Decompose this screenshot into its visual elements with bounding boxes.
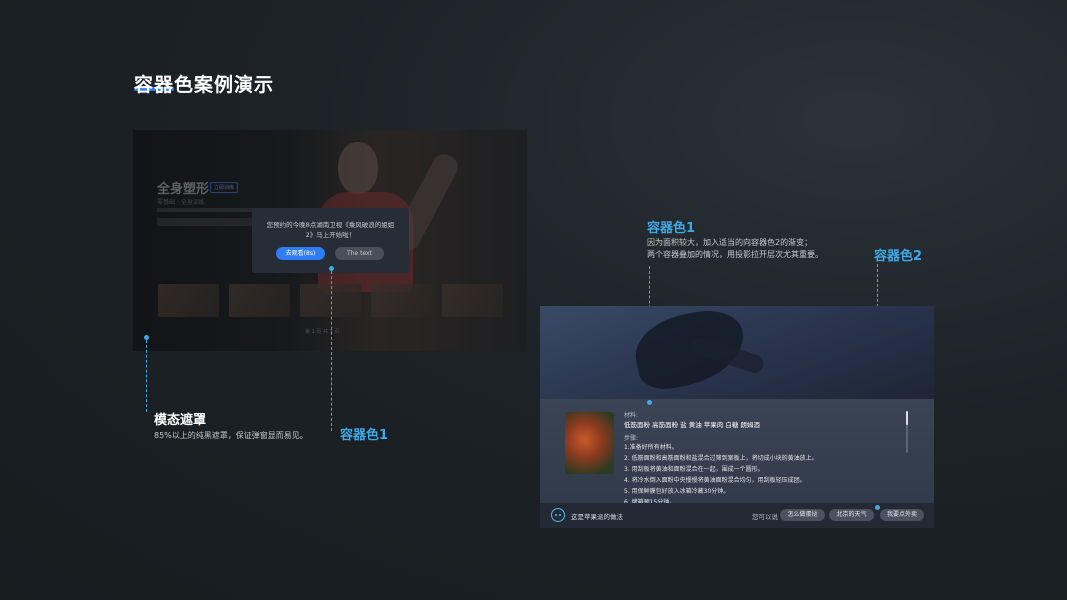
steps-tag: 步骤: bbox=[624, 435, 639, 442]
course-heading: 全身塑形 bbox=[157, 182, 210, 197]
callout-dot bbox=[875, 505, 880, 510]
suggest-label: 您可以说 bbox=[752, 513, 778, 521]
container1-desc-line2: 两个容器叠加的情况，用投影拉开层次尤其重要。 bbox=[647, 250, 823, 259]
right-demo-screen: 材料: 低筋面粉 高筋面粉 盐 黄油 苹果肉 白糖 朗姆酒 步骤: 1.准备好所… bbox=[540, 306, 934, 528]
ingredients-tag: 材料: bbox=[624, 412, 639, 419]
assistant-eye-icon bbox=[559, 514, 561, 516]
suggestion-chip[interactable]: 怎么做蛋挞 bbox=[780, 509, 825, 521]
voice-assistant-icon[interactable] bbox=[551, 508, 565, 522]
callout-line bbox=[146, 340, 147, 412]
suggestion-chip[interactable]: 我要点外卖 bbox=[880, 509, 924, 521]
mask-title: 模态遮罩 bbox=[154, 413, 207, 428]
course-badge: 立即训练 bbox=[210, 182, 239, 193]
voice-query-text: 这是苹果派的做法 bbox=[571, 513, 623, 521]
thumbnail[interactable] bbox=[158, 284, 219, 317]
scrollbar-thumb[interactable] bbox=[906, 411, 908, 425]
reminder-modal: 您预约的今晚8点湖南卫视《乘风破浪的姐姐2》马上开始啦！ 去观看(8s) The… bbox=[252, 208, 409, 273]
athlete-figure-image bbox=[338, 142, 378, 194]
container1-desc-line1: 因为面积较大，加入适当的向容器色2的渐变； bbox=[647, 238, 813, 247]
course-description-line bbox=[157, 222, 267, 226]
page-indicator: 第 1 页 共 3 页 bbox=[305, 329, 340, 335]
recipe-step: 5. 用保鲜膜包好放入冰箱冷藏30分钟。 bbox=[624, 488, 730, 495]
callout-dot bbox=[647, 400, 652, 405]
suggestion-chip[interactable]: 北京的天气 bbox=[829, 509, 874, 521]
callout-line bbox=[331, 271, 332, 431]
recipe-step: 2. 低筋面粉和高筋面粉和盐混合过筛到案板上，将切成小块的黄油放上。 bbox=[624, 455, 818, 462]
recipe-step: 4. 将冷水倒入面粉中央慢慢将黄油面粉混合均匀，用刮板轻压成团。 bbox=[624, 477, 806, 484]
ingredients-text: 低筋面粉 高筋面粉 盐 黄油 苹果肉 白糖 朗姆酒 bbox=[624, 421, 760, 429]
recipe-step: 1.准备好所有材料。 bbox=[624, 444, 678, 451]
modal-container-label: 容器色1 bbox=[340, 428, 389, 443]
recipe-step: 3. 用刮板将黄油和面粉混合在一起，围成一个圆形。 bbox=[624, 466, 764, 473]
recipe-card: 材料: 低筋面粉 高筋面粉 盐 黄油 苹果肉 白糖 朗姆酒 步骤: 1.准备好所… bbox=[540, 399, 934, 509]
modal-message: 您预约的今晚8点湖南卫视《乘风破浪的姐姐2》马上开始啦！ bbox=[266, 221, 395, 239]
secondary-button[interactable]: The text bbox=[335, 247, 384, 260]
thumbnail[interactable] bbox=[442, 284, 503, 317]
container1-title: 容器色1 bbox=[647, 221, 696, 236]
food-image bbox=[565, 412, 614, 474]
mask-description: 85%以上的纯黑遮罩，保证弹窗显而易见。 bbox=[154, 431, 308, 440]
watch-button[interactable]: 去观看(8s) bbox=[276, 247, 325, 260]
thumbnail[interactable] bbox=[371, 284, 432, 317]
container2-title: 容器色2 bbox=[874, 249, 923, 264]
course-meta: 零基础 · 全身训练 bbox=[157, 199, 205, 206]
assistant-eye-icon bbox=[555, 514, 557, 516]
thumbnail[interactable] bbox=[229, 284, 290, 317]
page-title: 容器色案例演示 bbox=[134, 74, 275, 96]
